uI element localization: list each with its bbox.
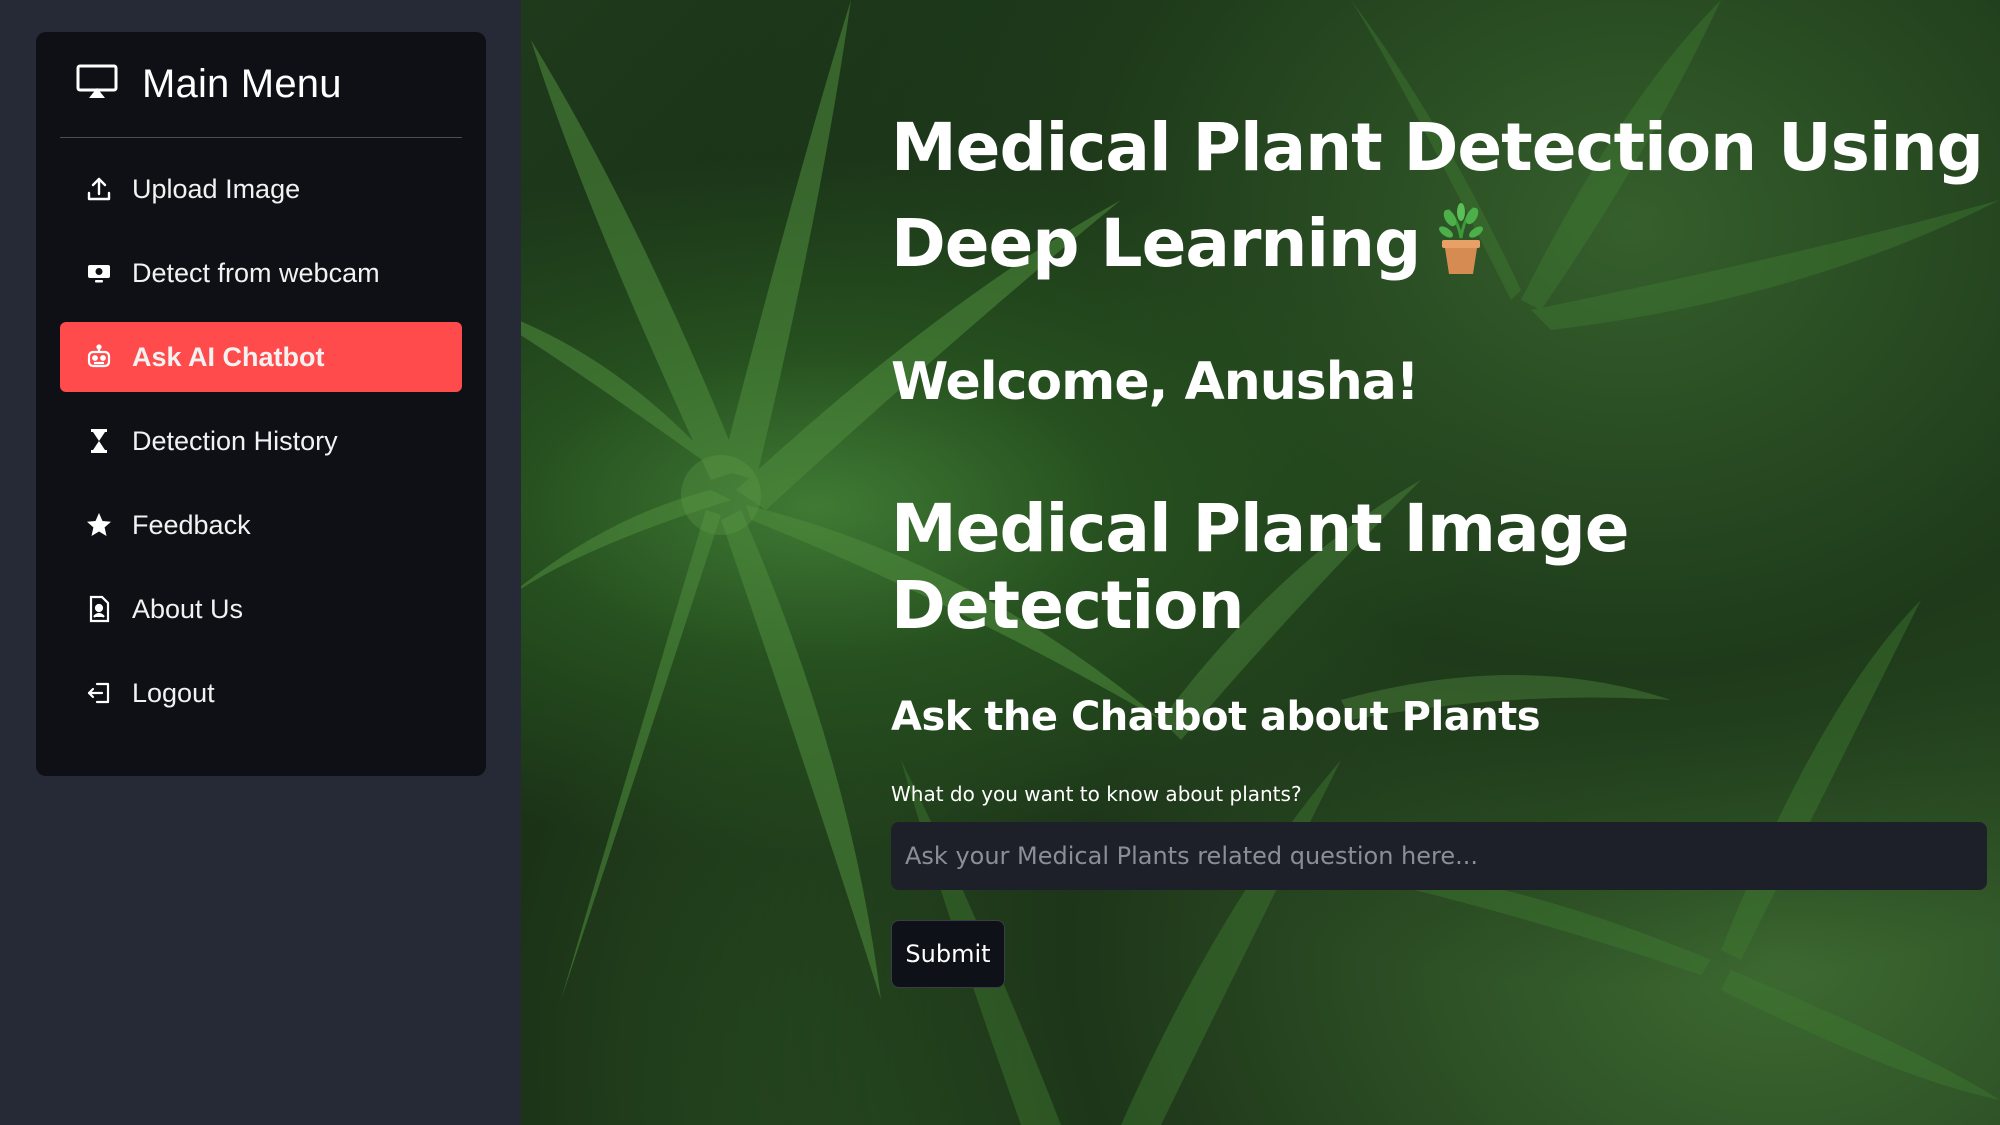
menu-list: Upload Image Detect from webcam Ask AI C… <box>60 154 462 728</box>
sidebar: Main Menu Upload Image Detect from webca… <box>0 0 521 1125</box>
sidebar-item-detection-history[interactable]: Detection History <box>60 406 462 476</box>
submit-button[interactable]: Submit <box>891 920 1005 988</box>
question-label: What do you want to know about plants? <box>891 782 1302 806</box>
chatbot-heading: Ask the Chatbot about Plants <box>891 694 1541 740</box>
app-root: Main Menu Upload Image Detect from webca… <box>0 0 2000 1125</box>
upload-icon <box>84 174 114 204</box>
sidebar-item-ask-ai-chatbot[interactable]: Ask AI Chatbot <box>60 322 462 392</box>
content-area: Medical Plant Detection Using Deep Learn… <box>891 100 1991 988</box>
sidebar-item-label: Logout <box>132 677 215 708</box>
main-content: Medical Plant Detection Using Deep Learn… <box>521 0 2000 1125</box>
sidebar-item-label: Detect from webcam <box>132 257 380 288</box>
webcam-icon <box>84 258 114 288</box>
page-title: Medical Plant Detection Using Deep Learn… <box>891 100 1991 292</box>
section-title: Medical Plant Image Detection <box>891 490 1630 644</box>
sidebar-item-detect-webcam[interactable]: Detect from webcam <box>60 238 462 308</box>
sidebar-item-label: Feedback <box>132 509 251 540</box>
robot-icon <box>84 342 114 372</box>
welcome-message: Welcome, Anusha! <box>891 352 1420 412</box>
sidebar-item-about-us[interactable]: About Us <box>60 574 462 644</box>
logout-icon <box>84 678 114 708</box>
sidebar-item-feedback[interactable]: Feedback <box>60 490 462 560</box>
star-icon <box>84 510 114 540</box>
potted-plant-icon <box>1434 202 1488 276</box>
sidebar-item-label: Upload Image <box>132 173 301 204</box>
document-icon <box>84 594 114 624</box>
sidebar-item-label: Detection History <box>132 425 338 456</box>
sidebar-item-upload-image[interactable]: Upload Image <box>60 154 462 224</box>
hourglass-icon <box>84 426 114 456</box>
sidebar-item-label: Ask AI Chatbot <box>132 341 325 372</box>
cast-icon <box>76 63 118 106</box>
menu-title: Main Menu <box>142 62 342 106</box>
sidebar-item-label: About Us <box>132 593 244 624</box>
sidebar-item-logout[interactable]: Logout <box>60 658 462 728</box>
main-menu-card: Main Menu Upload Image Detect from webca… <box>36 32 486 776</box>
question-input[interactable] <box>891 822 1987 890</box>
menu-header: Main Menu <box>60 32 462 138</box>
